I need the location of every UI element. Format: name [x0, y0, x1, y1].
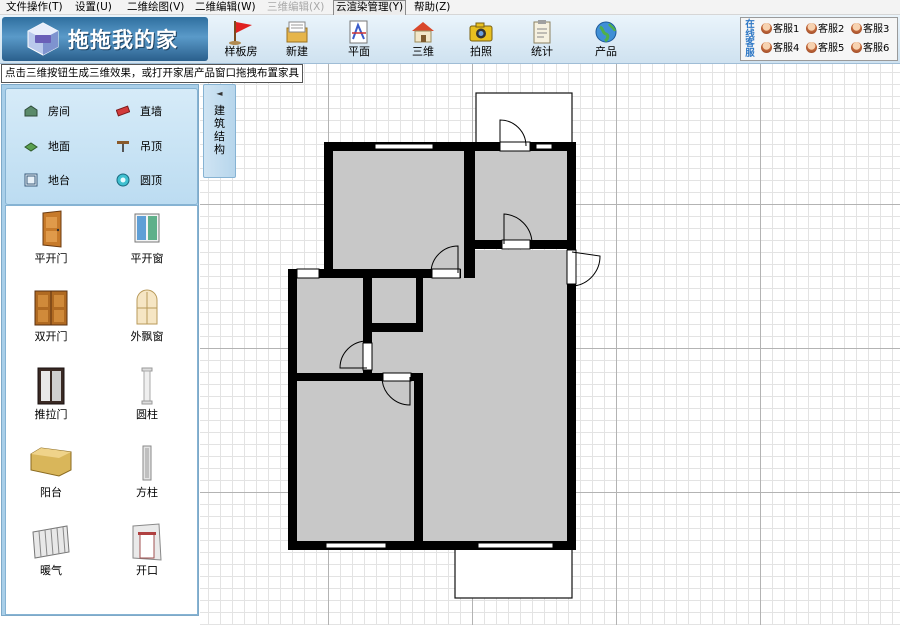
- top-balcony[interactable]: [475, 92, 573, 146]
- component-double-door[interactable]: 双开门: [6, 288, 96, 360]
- radiator-icon: [32, 525, 70, 559]
- category-room[interactable]: 房间: [24, 101, 104, 123]
- clipboard-icon: [533, 20, 551, 44]
- menu-settings[interactable]: 设置(U): [73, 0, 114, 14]
- balcony-icon: [30, 447, 72, 477]
- component-square-column[interactable]: 方柱: [102, 444, 192, 516]
- platform-icon: [24, 173, 38, 187]
- component-single-door[interactable]: 平开门: [6, 210, 96, 282]
- agent-avatar-icon: [851, 23, 862, 34]
- building-structure-tab[interactable]: ◄ 建筑结构: [203, 84, 236, 178]
- single-door-icon: [42, 210, 62, 248]
- flag-icon: [229, 21, 252, 45]
- menu-2d-draw[interactable]: 二维绘图(V): [125, 0, 186, 14]
- gem-logo-icon: [27, 22, 59, 56]
- agent-avatar-icon: [761, 23, 772, 34]
- sample-room-button[interactable]: 样板房: [213, 17, 269, 61]
- component-list: 平开门 平开窗 双开门 外飘窗 推拉门 圆柱 阳台 方柱 暖气 开口: [5, 205, 198, 615]
- ceiling-icon: [117, 141, 129, 152]
- room-floors: [297, 151, 567, 541]
- new-button[interactable]: 新建: [269, 17, 325, 61]
- house-3d-icon: [412, 22, 434, 43]
- hint-tooltip: 点击三维按钮生成三维效果，或打开家居产品窗口拖拽布置家具: [1, 64, 303, 83]
- category-straight-wall[interactable]: 直墙: [116, 101, 196, 123]
- component-radiator[interactable]: 暖气: [6, 522, 96, 594]
- service-agent-4[interactable]: 客服4: [761, 42, 799, 56]
- service-agent-1[interactable]: 客服1: [761, 23, 799, 37]
- main-toolbar: 拖拖我的家 样板房 新建 平面 三维 拍照 统计 产品 在线客服 客服1 客服2…: [0, 15, 900, 64]
- menu-3d-edit[interactable]: 三维编辑(X): [265, 0, 326, 14]
- camera-icon: [469, 22, 493, 42]
- room-icon: [24, 105, 38, 117]
- sliding-door-icon: [37, 367, 65, 405]
- design-canvas[interactable]: [200, 64, 900, 625]
- collapse-arrow-icon[interactable]: ◄: [204, 88, 235, 100]
- agent-avatar-icon: [761, 42, 772, 53]
- menu-bar: 文件操作(T) 设置(U) 二维绘图(V) 二维编辑(W) 三维编辑(X) 云渲…: [0, 0, 900, 16]
- left-panel: 房间 直墙 地面 吊顶 地台 圆顶 平开门 平开窗 双开门 外飘窗 推拉门 圆柱…: [1, 84, 199, 616]
- floor-plan[interactable]: [200, 64, 900, 625]
- service-agent-6[interactable]: 客服6: [851, 42, 889, 56]
- globe-icon: [595, 21, 617, 43]
- agent-avatar-icon: [806, 42, 817, 53]
- component-bay-window[interactable]: 外飘窗: [102, 288, 192, 360]
- straight-wall-icon: [116, 105, 130, 117]
- component-sliding-door[interactable]: 推拉门: [6, 366, 96, 438]
- category-dome[interactable]: 圆顶: [116, 170, 196, 192]
- floor-plan-icon: [349, 20, 368, 44]
- products-button[interactable]: 产品: [578, 17, 634, 61]
- menu-help[interactable]: 帮助(Z): [412, 0, 452, 14]
- dome-icon: [116, 173, 130, 187]
- new-document-icon: [286, 21, 308, 43]
- online-service-panel: 在线客服 客服1 客服2 客服3 客服4 客服5 客服6: [740, 17, 898, 61]
- bottom-balcony[interactable]: [454, 545, 573, 599]
- casement-window-icon: [134, 213, 160, 243]
- plan-view-button[interactable]: 平面: [331, 17, 387, 61]
- floor-icon: [24, 142, 38, 152]
- 3d-view-button[interactable]: 三维: [395, 17, 451, 61]
- component-casement-window[interactable]: 平开窗: [102, 210, 192, 282]
- opening-icon: [132, 523, 162, 561]
- category-floor[interactable]: 地面: [24, 136, 104, 158]
- category-panel: 房间 直墙 地面 吊顶 地台 圆顶: [5, 88, 198, 205]
- online-service-tab[interactable]: 在线客服: [743, 20, 757, 58]
- menu-file[interactable]: 文件操作(T): [4, 0, 65, 14]
- app-title: 拖拖我的家: [68, 27, 178, 52]
- service-agent-2[interactable]: 客服2: [806, 23, 844, 37]
- square-column-icon: [142, 445, 152, 481]
- app-logo: 拖拖我的家: [2, 17, 208, 61]
- service-agent-3[interactable]: 客服3: [851, 23, 889, 37]
- photo-button[interactable]: 拍照: [453, 17, 509, 61]
- agent-avatar-icon: [851, 42, 862, 53]
- category-ceiling[interactable]: 吊顶: [116, 136, 196, 158]
- component-round-column[interactable]: 圆柱: [102, 366, 192, 438]
- menu-cloud-render[interactable]: 云渲染管理(Y): [333, 0, 407, 16]
- category-platform[interactable]: 地台: [24, 170, 104, 192]
- service-agent-5[interactable]: 客服5: [806, 42, 844, 56]
- bay-window-icon: [136, 289, 158, 325]
- double-door-icon: [34, 290, 68, 326]
- statistics-button[interactable]: 统计: [514, 17, 570, 61]
- menu-2d-edit[interactable]: 二维编辑(W): [193, 0, 258, 14]
- round-column-icon: [141, 367, 153, 405]
- component-opening[interactable]: 开口: [102, 522, 192, 594]
- component-balcony[interactable]: 阳台: [6, 444, 96, 516]
- agent-avatar-icon: [806, 23, 817, 34]
